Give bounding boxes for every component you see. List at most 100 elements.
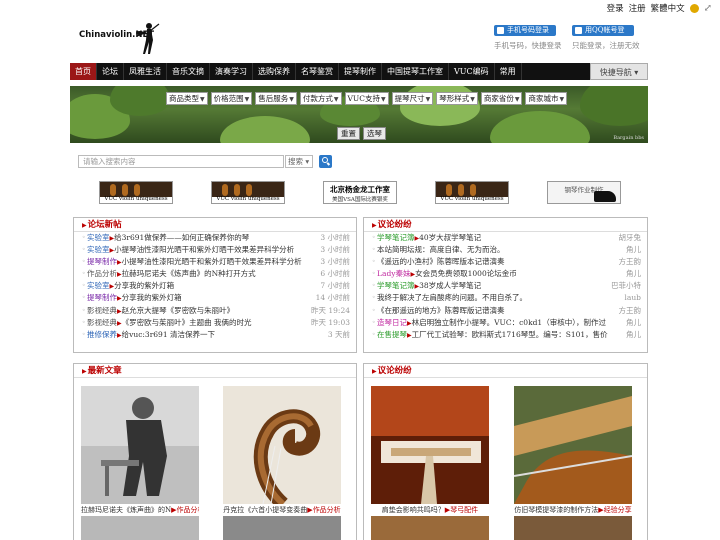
ad-banner-piano[interactable]: 钢琴作业制作 [547,181,621,204]
article-image-next[interactable] [81,516,199,540]
ad-banner-vuc-2[interactable]: VUC violin uniqueness code [211,181,285,204]
category-link[interactable]: 作品分析 [87,269,117,278]
list-item[interactable]: ◦ 学琴笔记簿▶40岁大叔学琴笔记 胡牙兔 [364,232,647,244]
post-title[interactable]: 分享我的紫外灯箱 [122,293,182,302]
list-item[interactable]: ◦ 提琴制作▶分享我的紫外灯箱 14 小时前 [74,292,356,304]
theme-toggle-icon[interactable] [689,3,699,13]
post-title[interactable]: 小提琴油性漆阳光晒干和紫外灯晒干效果差异科学分析 [114,245,294,254]
category-link[interactable]: 提琴制作 [87,257,117,266]
bullet-icon: ◦ [82,270,86,278]
filter-payment[interactable]: 付款方式▼ [299,92,342,105]
nav-music-digest[interactable]: 音乐文摘 [167,63,210,80]
post-title[interactable]: 《遥远的小渔村》陈蓉晖版本记谱演奏 [377,257,505,266]
filter-size[interactable]: 提琴尺寸▼ [391,92,434,105]
post-title[interactable]: 拉赫玛尼诺夫《炼声曲》的N种打开方式 [122,269,256,278]
category-link[interactable]: 实验室 [87,233,110,242]
post-title[interactable]: 给3r691做保养——如何正确保养你的琴 [114,233,249,242]
post-title[interactable]: 本站简明坛规：高度自律、无为而治。 [377,245,505,254]
category-link[interactable]: Lady秦妹 [377,269,411,278]
list-item[interactable]: ◦ 造琴日记▶林启明独立制作小提琴。VUC：c0kd1（审核中），制作过 角儿 [364,317,647,329]
list-item[interactable]: ◦ 影视经典▶赵允京大提琴《罗密欧与朱丽叶》 昨天 19:24 [74,305,356,317]
filter-style[interactable]: 琴形样式▼ [436,92,478,105]
select-violin-button[interactable]: 选琴 [363,127,386,140]
reset-button[interactable]: 重置 [337,127,360,140]
filter-vuc[interactable]: VUC支持▼ [344,92,389,105]
category-link[interactable]: 提琴制作 [87,293,117,302]
list-item[interactable]: ◦ 《在那遥远的地方》陈蓉晖版记谱演奏 方王韵 [364,305,647,317]
expand-icon[interactable]: ⤢ [704,3,712,13]
ad-banner-studio[interactable]: 北京杨金龙工作室 美国VSA国际比赛银奖 [323,181,397,204]
nav-performance[interactable]: 演奏学习 [210,63,253,80]
discussion-card[interactable]: 肩垫会影响共鸣吗？▶琴弓配件 [371,386,489,516]
filter-product-type[interactable]: 商品类型▼ [166,92,208,105]
list-item[interactable]: ◦ 推修保养▶给vuc:3r691 清洁保养一下 3 天前 [74,329,356,341]
list-item[interactable]: ◦ 实验室▶给3r691做保养——如何正确保养你的琴 3 小时前 [74,232,356,244]
post-title[interactable]: 小提琴油性漆阳光晒干和紫外灯晒干效果差异科学分析 [122,257,302,266]
phone-login-button[interactable]: 手机号码登录 [494,25,556,36]
nav-vuc[interactable]: VUC编码 [449,63,495,80]
nav-lifestyle[interactable]: 凤雅生活 [124,63,167,80]
post-title[interactable]: 林启明独立制作小提琴。VUC：c0kd1（审核中），制作过 [412,318,606,327]
nav-studio[interactable]: 中国提琴工作室 [382,63,449,80]
category-link[interactable]: 影视经典 [87,306,117,315]
filter-after-sales[interactable]: 售后服务▼ [255,92,297,105]
list-item[interactable]: ◦ 我终于解决了左肩酸疼的问题。不用自杀了。 laub [364,292,647,304]
search-input[interactable]: 请输入搜索内容 [78,155,284,168]
register-link[interactable]: 注册 [629,2,646,14]
article-image-next[interactable] [223,516,341,540]
nav-common[interactable]: 常用 [495,63,522,80]
post-title[interactable]: 分享我的紫外灯箱 [114,281,174,290]
filter-city[interactable]: 商家城市▼ [525,92,568,105]
nav-making[interactable]: 提琴制作 [339,63,382,80]
top-links: 登录 注册 繁體中文 ⤢ [607,2,712,14]
nav-home[interactable]: 首页 [70,63,97,80]
login-link[interactable]: 登录 [607,2,624,14]
post-title[interactable]: 女会员免费领取1000论坛金币 [415,269,517,278]
post-title[interactable]: 工厂代工试验琴：欧料斯式1716琴型。编号：S101，售价 [412,330,608,339]
dropdown-arrow-icon: ▼ [470,96,475,103]
category-link[interactable]: 实验室 [87,245,110,254]
list-item[interactable]: ◦ 影视经典▶《罗密欧与茱丽叶》主题曲 我俩的时光 昨天 19:03 [74,317,356,329]
list-item[interactable]: ◦ 实验室▶分享我的紫外灯箱 7 小时前 [74,280,356,292]
list-item[interactable]: ◦ 学琴笔记簿▶38岁成人学琴笔记 巴菲小特 [364,280,647,292]
discussion-image-next[interactable] [514,516,632,540]
ad-banner-vuc-1[interactable]: VUC violin uniqueness code [99,181,173,204]
article-card[interactable]: 拉赫玛尼诺夫《炼声曲》的N▶作品分析 [81,386,199,516]
post-title[interactable]: 38岁成人学琴笔记 [419,281,481,290]
list-item[interactable]: ◦ 作品分析▶拉赫玛尼诺夫《炼声曲》的N种打开方式 6 小时前 [74,268,356,280]
nav-forum[interactable]: 论坛 [97,63,124,80]
category-link[interactable]: 造琴日记 [377,318,407,327]
list-item[interactable]: ◦ 本站简明坛规：高度自律、无为而治。 角儿 [364,244,647,256]
discussion-image-next[interactable] [371,516,489,540]
search-button[interactable] [319,155,332,168]
bullet-icon: ◦ [82,294,86,302]
filter-price-range[interactable]: 价格范围▼ [210,92,253,105]
traditional-chinese-link[interactable]: 繁體中文 [651,2,685,14]
nav-famous[interactable]: 名琴鉴赏 [296,63,339,80]
qq-login-button[interactable]: 用QQ帐号登录 [572,25,634,45]
list-item[interactable]: ◦ 实验室▶小提琴油性漆阳光晒干和紫外灯晒干效果差异科学分析 3 小时前 [74,244,356,256]
filter-province[interactable]: 商家省份▼ [480,92,523,105]
category-link[interactable]: 在售提琴 [377,330,407,339]
post-title[interactable]: 给vuc:3r691 清洁保养一下 [122,330,215,339]
nav-buying[interactable]: 选购保养 [253,63,296,80]
list-item[interactable]: ◦ Lady秦妹▶女会员免费领取1000论坛金币 角儿 [364,268,647,280]
list-item[interactable]: ◦ 《遥远的小渔村》陈蓉晖版本记谱演奏 方王韵 [364,256,647,268]
category-link[interactable]: 影视经典 [87,318,117,327]
quick-nav-button[interactable]: 快捷导航 ▾ [590,63,648,80]
search-scope-select[interactable]: 搜索 ▾ [285,155,313,168]
discussion-card[interactable]: 仿旧琴模提琴漆的制作方法▶经验分享 [514,386,632,516]
article-card[interactable]: 丹克拉《六首小提琴变奏曲▶作品分析 [223,386,341,516]
post-title[interactable]: 赵允京大提琴《罗密欧与朱丽叶》 [122,306,235,315]
list-item[interactable]: ◦ 在售提琴▶工厂代工试验琴：欧料斯式1716琴型。编号：S101，售价 角儿 [364,329,647,341]
category-link[interactable]: 推修保养 [87,330,117,339]
category-link[interactable]: 学琴笔记簿 [377,281,415,290]
list-item[interactable]: ◦ 提琴制作▶小提琴油性漆阳光晒干和紫外灯晒干效果差异科学分析 3 小时前 [74,256,356,268]
post-title[interactable]: 《在那遥远的地方》陈蓉晖版记谱演奏 [377,306,505,315]
category-link[interactable]: 实验室 [87,281,110,290]
post-title[interactable]: 《罗密欧与茱丽叶》主题曲 我俩的时光 [122,318,252,327]
ad-banner-vuc-3[interactable]: VUC violin uniqueness code [435,181,509,204]
category-link[interactable]: 学琴笔记簿 [377,233,415,242]
post-title[interactable]: 我终于解决了左肩酸疼的问题。不用自杀了。 [377,293,527,302]
post-title[interactable]: 40岁大叔学琴笔记 [419,233,481,242]
